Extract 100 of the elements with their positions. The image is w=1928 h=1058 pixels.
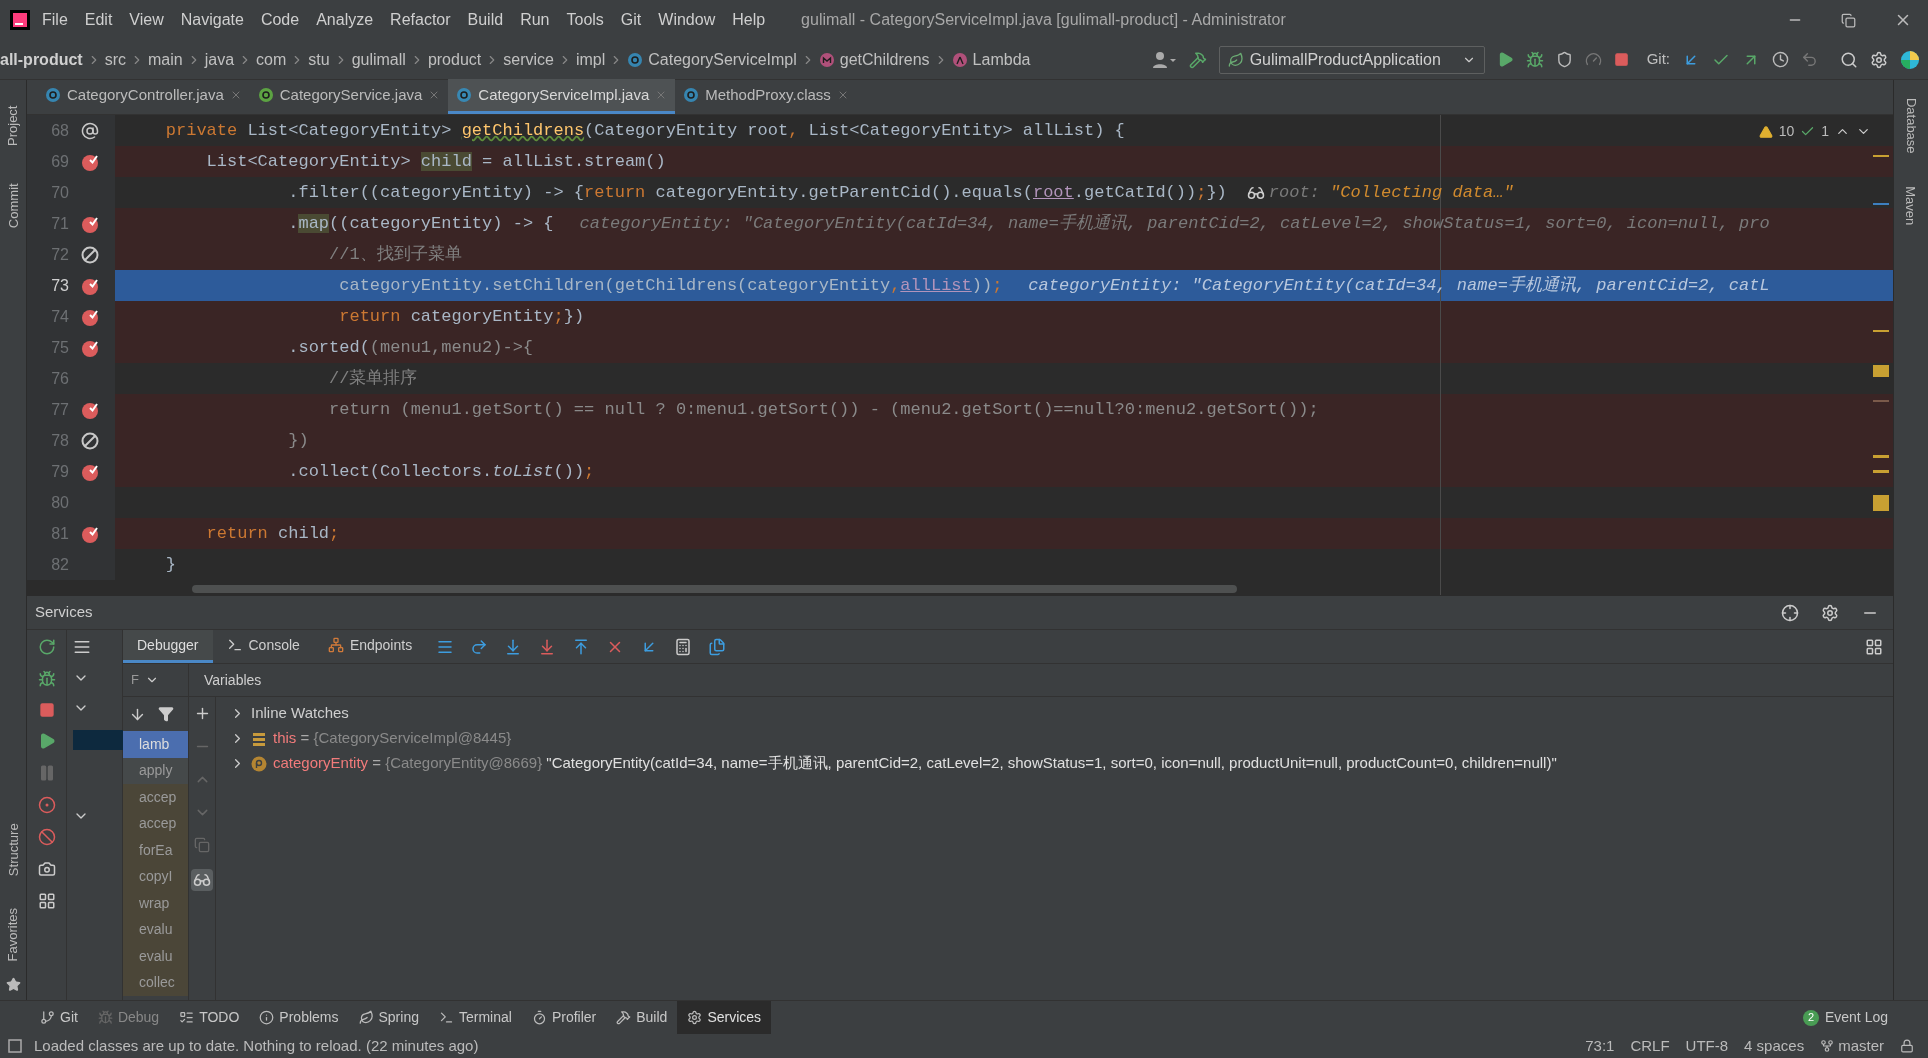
- tool-window-button[interactable]: Terminal: [428, 1001, 522, 1034]
- panel-toggle-icon[interactable]: [8, 1039, 22, 1053]
- menu-item[interactable]: Tools: [566, 8, 604, 32]
- tool-window-button[interactable]: Spring: [348, 1001, 429, 1034]
- layout-icon[interactable]: [1865, 637, 1883, 656]
- debug-icon[interactable]: [1525, 50, 1544, 69]
- menu-item[interactable]: Build: [467, 8, 504, 32]
- menu-item[interactable]: Analyze: [316, 8, 374, 32]
- stack-frame[interactable]: forEa: [123, 837, 188, 864]
- mute-breakpoints-icon[interactable]: [37, 828, 56, 846]
- breadcrumb[interactable]: main: [148, 47, 183, 72]
- menu-item[interactable]: File: [42, 8, 68, 32]
- variable-entry[interactable]: this = {CategoryServiceImpl@8445}: [273, 727, 512, 750]
- override-icon[interactable]: [81, 121, 99, 140]
- stack-frame[interactable]: wrap: [123, 890, 188, 917]
- restore-icon[interactable]: [1841, 12, 1856, 28]
- breadcrumb[interactable]: stu: [308, 47, 330, 72]
- history-icon[interactable]: [1772, 51, 1789, 68]
- tool-window-button[interactable]: Problems: [249, 1001, 349, 1034]
- variable-entry[interactable]: categoryEntity = {CategoryEntity@8669} "CategoryEntity(catId=34, name=手机通讯, parentCid=2, catLevel=2, showStatus=1, sort=0, icon=null, productUnit=null, productCount=0, children=null)": [273, 752, 1557, 775]
- menu-item[interactable]: Run: [520, 8, 550, 32]
- tool-window-button[interactable]: Build: [606, 1001, 678, 1034]
- breadcrumb[interactable]: product: [427, 47, 482, 72]
- debug-icon[interactable]: [37, 670, 56, 688]
- filter-icon[interactable]: [158, 706, 174, 722]
- menu-item[interactable]: Refactor: [390, 8, 451, 32]
- debugger-tab[interactable]: Endpoints: [313, 630, 427, 663]
- stack-frame[interactable]: accep: [123, 784, 188, 811]
- tool-window-tab[interactable]: Structure: [3, 823, 23, 876]
- settings-icon[interactable]: [1821, 603, 1839, 622]
- breadcrumb[interactable]: gulimall: [351, 47, 406, 72]
- locate-icon[interactable]: [1781, 603, 1799, 622]
- menu-item[interactable]: Navigate: [180, 8, 244, 32]
- menu-item[interactable]: View: [129, 8, 164, 32]
- stop-icon[interactable]: [1613, 52, 1629, 67]
- tool-window-button[interactable]: Profiler: [521, 1001, 607, 1034]
- star-icon[interactable]: [5, 977, 21, 992]
- user-icon[interactable]: [1152, 50, 1177, 69]
- collapse-all-icon[interactable]: [73, 638, 91, 656]
- watches-label[interactable]: Inline Watches: [251, 702, 349, 725]
- tool-window-tab[interactable]: Commit: [3, 183, 23, 229]
- indent-setting[interactable]: 4 spaces: [1744, 1034, 1805, 1058]
- menu-item[interactable]: Window: [658, 8, 716, 32]
- lock-icon[interactable]: [1900, 1039, 1914, 1053]
- typo-count[interactable]: 1: [1821, 121, 1829, 142]
- settings-icon[interactable]: [1870, 50, 1888, 69]
- event-log-button[interactable]: 2 Event Log: [1802, 1007, 1888, 1028]
- stack-frame[interactable]: collec: [123, 969, 188, 996]
- breadcrumb[interactable]: src: [104, 47, 126, 72]
- file-encoding[interactable]: UTF-8: [1685, 1034, 1729, 1058]
- debugger-tab[interactable]: Console: [212, 630, 314, 663]
- breakpoints-icon[interactable]: [37, 796, 56, 814]
- evaluate-icon[interactable]: [674, 637, 693, 656]
- line-separator[interactable]: CRLF: [1630, 1034, 1670, 1058]
- breadcrumb[interactable]: Lambda: [972, 47, 1031, 72]
- tool-window-button[interactable]: Services: [677, 1001, 772, 1034]
- coverage-icon[interactable]: [1555, 51, 1573, 68]
- tool-window-tab[interactable]: Project: [3, 105, 23, 147]
- breadcrumb[interactable]: com: [256, 47, 287, 72]
- build-icon[interactable]: [1188, 50, 1207, 69]
- stack-frame[interactable]: apply: [123, 757, 188, 784]
- layout-icon[interactable]: [37, 892, 56, 910]
- editor-tab[interactable]: CategoryServiceImpl.java: [448, 79, 676, 114]
- breadcrumb[interactable]: getChildrens: [839, 47, 930, 72]
- stack-frame[interactable]: evalu: [123, 916, 188, 943]
- rerun-icon[interactable]: [37, 638, 56, 656]
- search-icon[interactable]: [1840, 50, 1858, 69]
- tool-window-tab[interactable]: Favorites: [3, 907, 23, 962]
- stack-frame[interactable]: copyI: [123, 863, 188, 890]
- glasses-icon[interactable]: [193, 871, 211, 889]
- stop-icon[interactable]: [38, 702, 55, 718]
- camera-icon[interactable]: [37, 860, 56, 878]
- plugin-logo-icon[interactable]: [1900, 49, 1920, 70]
- editor-tab[interactable]: CategoryService.java: [249, 79, 449, 114]
- tool-window-tab[interactable]: Maven: [1901, 186, 1921, 226]
- menu-item[interactable]: Git: [620, 8, 642, 32]
- frames-dropdown[interactable]: F: [131, 670, 139, 690]
- breadcrumb[interactable]: impl: [575, 47, 606, 72]
- tool-window-tab[interactable]: Database: [1901, 98, 1921, 154]
- run-configuration-dropdown[interactable]: GulimallProductApplication: [1218, 45, 1485, 74]
- warning-count[interactable]: 10: [1778, 121, 1795, 142]
- stack-frame[interactable]: accep: [123, 810, 188, 837]
- tool-window-button[interactable]: TODO: [169, 1001, 250, 1034]
- git-branch[interactable]: master: [1820, 1034, 1884, 1058]
- breadcrumb[interactable]: all-product: [0, 47, 83, 72]
- breadcrumb[interactable]: service: [503, 47, 554, 72]
- stack-frame[interactable]: lamb: [123, 731, 188, 758]
- tool-window-button[interactable]: Git: [30, 1001, 88, 1034]
- editor-tab[interactable]: MethodProxy.class: [675, 79, 857, 114]
- menu-item[interactable]: Code: [260, 8, 300, 32]
- cursor-position[interactable]: 73:1: [1585, 1034, 1615, 1058]
- menu-item[interactable]: Help: [732, 8, 766, 32]
- stack-frame[interactable]: evalu: [123, 943, 188, 970]
- debugger-tab[interactable]: Debugger: [123, 630, 213, 663]
- step-over-icon[interactable]: [470, 637, 489, 656]
- breadcrumb[interactable]: CategoryServiceImpl: [648, 47, 797, 72]
- trace-icon[interactable]: [708, 637, 727, 656]
- breadcrumb[interactable]: java: [204, 47, 235, 72]
- editor-tab[interactable]: CategoryController.java: [37, 79, 250, 114]
- menu-item[interactable]: Edit: [84, 8, 113, 32]
